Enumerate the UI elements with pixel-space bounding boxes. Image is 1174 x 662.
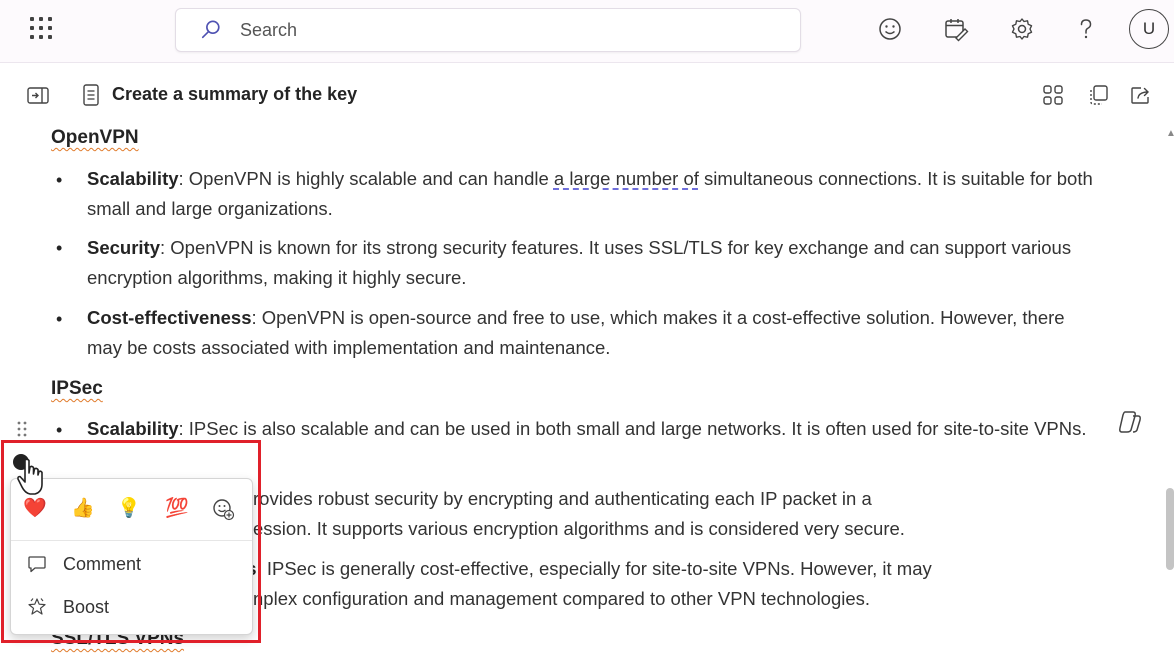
avatar[interactable]: U [1129, 9, 1169, 49]
bullet: • [56, 170, 63, 190]
list-item: Security: OpenVPN is known for its stron… [87, 237, 1072, 288]
bullet: • [56, 420, 63, 440]
comment-label: Comment [63, 554, 142, 574]
gear-icon[interactable] [1009, 16, 1035, 42]
thumbs-up-reaction[interactable]: 👍 [69, 495, 97, 523]
add-reaction-icon[interactable] [211, 497, 235, 521]
waffle-icon[interactable] [30, 17, 52, 39]
reaction-popup: ❤️ 👍 💡 💯 Comment Boost [10, 478, 253, 635]
expand-panel-icon[interactable] [26, 84, 50, 108]
comment-icon [28, 556, 46, 573]
scrollbar-thumb[interactable] [1166, 488, 1174, 570]
grammar-suggestion[interactable]: a large number of [554, 168, 699, 189]
share-icon[interactable] [1129, 83, 1153, 107]
bullet: • [56, 238, 63, 258]
boost-icon [28, 598, 46, 615]
boost-menu-item[interactable]: Boost [11, 589, 252, 625]
lightbulb-reaction[interactable]: 💡 [115, 495, 143, 523]
top-bar: Search U [0, 0, 1174, 63]
copilot-icon[interactable] [1116, 408, 1144, 436]
document-header: Create a summary of the key [0, 78, 1174, 112]
comment-menu-item[interactable]: Comment [11, 546, 252, 582]
search-box[interactable]: Search [175, 8, 801, 52]
section-heading: OpenVPN [51, 127, 139, 148]
hand-cursor-icon [17, 458, 43, 495]
apps-grid-icon[interactable] [1041, 83, 1065, 107]
search-icon [201, 20, 220, 39]
list-item: Scalability: IPSec is also scalable and … [87, 418, 1087, 439]
section-heading: IPSec [51, 378, 103, 399]
help-icon[interactable] [1073, 16, 1099, 42]
boost-label: Boost [63, 597, 110, 617]
document-icon [83, 84, 99, 106]
list-item: Scalability: OpenVPN is highly scalable … [87, 168, 1093, 219]
scroll-up-arrow[interactable]: ▲ [1166, 128, 1174, 139]
drag-handle-icon[interactable] [15, 420, 29, 438]
calendar-edit-icon[interactable] [943, 16, 969, 42]
emoji-icon[interactable] [877, 16, 903, 42]
list-item: Cost-effectiveness: OpenVPN is open-sour… [87, 307, 1065, 358]
search-placeholder: Search [240, 20, 298, 40]
hundred-reaction[interactable]: 💯 [163, 495, 191, 523]
document-title: Create a summary of the key [112, 84, 358, 104]
bullet: • [56, 309, 63, 329]
divider [11, 540, 252, 541]
copy-icon[interactable] [1086, 83, 1110, 107]
heart-reaction[interactable]: ❤️ [21, 495, 49, 523]
